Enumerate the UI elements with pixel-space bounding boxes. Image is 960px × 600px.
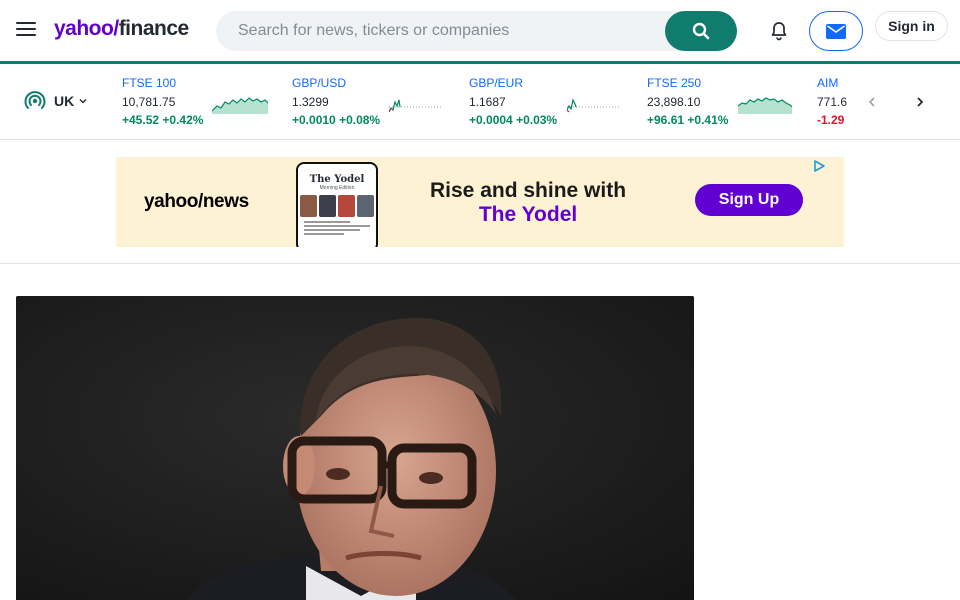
ticker-name: AIM <box>817 76 839 90</box>
sign-in-button[interactable]: Sign in <box>875 11 948 41</box>
ticker-name: GBP/EUR <box>469 76 524 90</box>
region-label: UK <box>54 93 75 109</box>
ticker-ftse-100[interactable]: FTSE 100 10,781.75 +45.52 +0.42% <box>122 76 282 132</box>
ticker-change-value: +45.52 <box>122 113 160 127</box>
ticker-price: 771.6 <box>817 95 848 109</box>
ad-headline: Rise and shine with The Yodel <box>430 179 626 227</box>
ticker-change-value: +96.61 <box>647 113 685 127</box>
ad-phone-image: The Yodel Morning Edition <box>296 162 378 247</box>
search-input[interactable] <box>238 11 668 51</box>
search-bar <box>216 11 737 51</box>
ticker-name: FTSE 250 <box>647 76 702 90</box>
ticker-sparkline <box>212 97 268 114</box>
menu-icon[interactable] <box>16 22 36 40</box>
logo-yahoo-text: yahoo/ <box>54 17 119 40</box>
yahoo-finance-logo[interactable]: yahoo/finance <box>54 17 189 41</box>
ticker-name: FTSE 100 <box>122 76 177 90</box>
logo-finance-text: finance <box>118 17 190 40</box>
market-ticker-bar: UK FTSE 100 10,781.75 +45.52 +0.42% GBP/… <box>0 64 960 140</box>
ad-phone-title: The Yodel <box>309 174 365 185</box>
ticker-change-percent: +0.03% <box>516 113 558 127</box>
ticker-sparkline <box>567 98 619 113</box>
ticker-gbp-eur[interactable]: GBP/EUR 1.1687 +0.0004 +0.03% <box>469 76 629 132</box>
ad-sign-up-button[interactable]: Sign Up <box>695 184 803 216</box>
ticker-sparkline <box>738 97 792 114</box>
ad-headline-line1: Rise and shine with <box>430 179 627 202</box>
site-header: yahoo/finance Sign in <box>0 0 960 62</box>
notifications-button[interactable] <box>768 20 790 42</box>
ad-container: yahoo/news The Yodel Morning Edition Ris… <box>0 141 960 264</box>
ad-phone-text-lines <box>304 221 370 235</box>
mail-button[interactable] <box>809 11 863 51</box>
ticker-ftse-250[interactable]: FTSE 250 23,898.10 +96.61 +0.41% <box>647 76 807 132</box>
chevron-right-icon <box>917 97 924 107</box>
ticker-change-value: +0.0004 <box>469 113 513 127</box>
person-photo <box>16 296 694 600</box>
chevron-down-icon <box>79 99 87 104</box>
ticker-prev-button[interactable] <box>860 90 884 114</box>
bell-icon <box>771 22 787 41</box>
mail-icon <box>826 23 846 39</box>
ticker-gbp-usd[interactable]: GBP/USD 1.3299 +0.0010 +0.08% <box>292 76 452 132</box>
search-icon <box>692 22 710 40</box>
ad-brand-logo: yahoo/news <box>144 191 249 212</box>
ticker-change-percent: +0.08% <box>339 113 381 127</box>
region-selector[interactable]: UK <box>24 90 88 112</box>
ad-banner[interactable]: yahoo/news The Yodel Morning Edition Ris… <box>116 157 844 247</box>
article-hero-image[interactable] <box>16 296 694 600</box>
ticker-next-button[interactable] <box>908 90 932 114</box>
ad-phone-photos <box>298 195 376 217</box>
ticker-sparkline <box>389 99 441 113</box>
ticker-aim[interactable]: AIM 771.6 -1.29 <box>817 76 857 132</box>
ticker-change-value: +0.0010 <box>292 113 336 127</box>
ad-headline-line2: The Yodel <box>478 203 578 226</box>
ad-choices-icon[interactable] <box>812 159 826 173</box>
ticker-change-percent: +0.41% <box>687 113 729 127</box>
ticker-change-value: -1.29 <box>817 113 845 127</box>
chevron-left-icon <box>868 97 875 107</box>
ticker-change: -1.29 <box>817 113 857 129</box>
ticker-name: GBP/USD <box>292 76 347 90</box>
search-button[interactable] <box>665 11 737 51</box>
ticker-change-percent: +0.42% <box>162 113 204 127</box>
signal-icon <box>24 91 46 109</box>
ad-phone-subtitle: Morning Edition <box>319 185 355 191</box>
